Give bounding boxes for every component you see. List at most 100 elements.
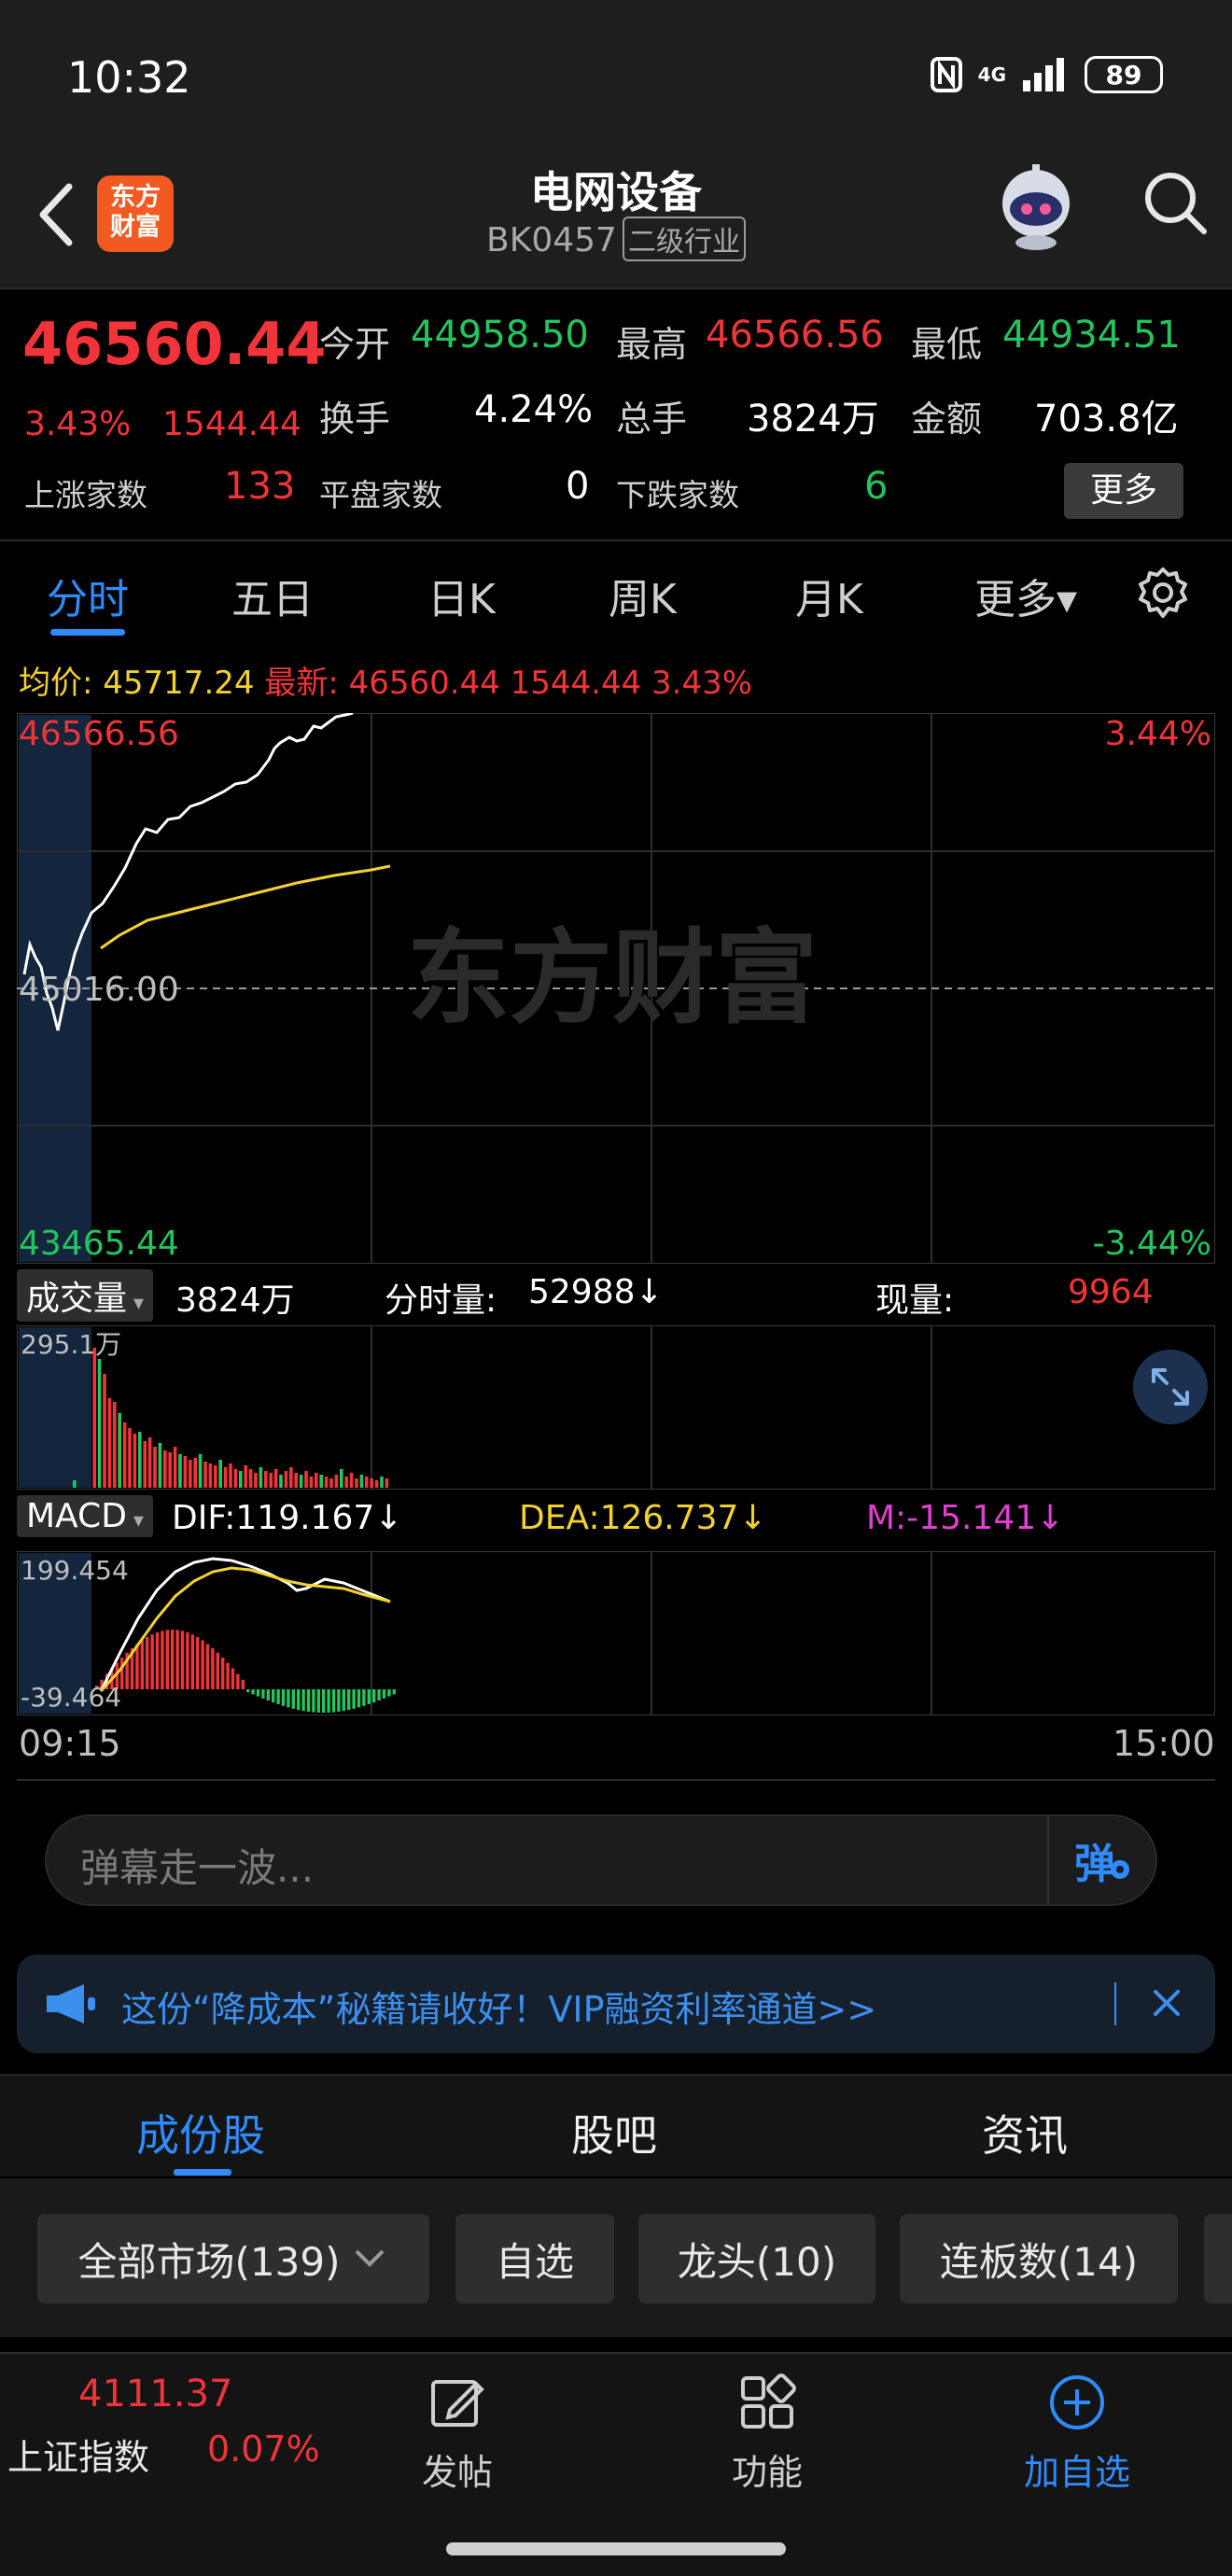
volume-bar xyxy=(380,1477,384,1488)
tick-volume-value: 52988↓ xyxy=(528,1273,664,1311)
tab-intraday[interactable]: 分时 xyxy=(47,566,129,625)
volume-bar xyxy=(214,1465,217,1488)
filter-consecutive-limit[interactable]: 连板数(14) xyxy=(900,2214,1178,2303)
tab-monthly-k[interactable]: 月K xyxy=(795,566,863,625)
tab-forum[interactable]: 股吧 xyxy=(571,2102,657,2163)
macd-bar xyxy=(226,1662,230,1689)
low-label: 最低 xyxy=(911,324,983,365)
quote-panel: 46560.44 3.43% 1544.44 今开 44958.50 最高 46… xyxy=(0,291,1232,541)
volume-bar xyxy=(229,1463,232,1488)
volume-bar xyxy=(103,1374,106,1488)
volume-bar xyxy=(284,1471,288,1488)
gear-icon[interactable] xyxy=(1135,566,1191,622)
nav-functions-label: 功能 xyxy=(731,2452,803,2493)
tab-five-day[interactable]: 五日 xyxy=(231,566,314,625)
volume-bar xyxy=(178,1454,182,1488)
macd-bar xyxy=(272,1689,275,1702)
volume-bar xyxy=(203,1462,207,1488)
volume-bar xyxy=(273,1469,278,1488)
volume-bar xyxy=(309,1477,314,1488)
volume-bar xyxy=(359,1475,364,1488)
macd-bar xyxy=(211,1647,215,1689)
tab-daily-k[interactable]: 日K xyxy=(427,566,496,625)
danmu-input[interactable]: 弹幕走一波... 弹 xyxy=(45,1814,1157,1906)
open-label: 今开 xyxy=(319,324,391,365)
promo-banner[interactable]: 这份“降成本”秘籍请收好！VIP融资利率通道>> xyxy=(17,1954,1215,2053)
volume-bar xyxy=(248,1469,253,1488)
macd-header: MACD ▾ DIF:119.167↓ DEA:126.737↓ M:-15.1… xyxy=(17,1493,1215,1547)
volume-bar xyxy=(73,1480,77,1488)
macd-bar xyxy=(297,1689,301,1711)
volume-bar xyxy=(329,1478,333,1488)
watermark: 东方财富 xyxy=(407,918,818,1038)
volume-bar xyxy=(97,1359,102,1488)
macd-dea: DEA:126.737↓ xyxy=(519,1499,767,1537)
macd-bar xyxy=(382,1689,386,1699)
expand-chart-icon[interactable] xyxy=(1133,1350,1208,1424)
industry-tag: 二级行业 xyxy=(622,217,746,261)
amount-label: 金额 xyxy=(911,399,983,440)
filter-watchlist[interactable]: 自选 xyxy=(455,2214,614,2303)
assistant-robot-icon[interactable] xyxy=(989,161,1083,254)
macd-bar xyxy=(342,1689,345,1712)
close-icon[interactable] xyxy=(1139,1975,1195,2031)
more-stats-button[interactable]: 更多 xyxy=(1064,463,1183,519)
active-tab-indicator xyxy=(50,629,125,636)
volume-bar xyxy=(254,1473,258,1488)
high-value: 46566.56 xyxy=(706,314,884,357)
volume-bar xyxy=(304,1471,308,1488)
network-label: 4G xyxy=(977,63,1006,86)
nav-post[interactable]: 发帖 xyxy=(383,2373,532,2495)
volume-bar xyxy=(315,1473,318,1488)
avg-price-value: 45717.24 xyxy=(103,665,255,702)
intraday-price-chart[interactable]: 东方财富 46566.56 45016.00 43465.44 3.44% -3… xyxy=(17,713,1215,1264)
macd-bar xyxy=(301,1689,305,1712)
macd-bar xyxy=(322,1689,326,1713)
down-count-label: 下跌家数 xyxy=(616,477,739,513)
nav-add-watchlist[interactable]: 加自选 xyxy=(1002,2373,1152,2495)
macd-bar xyxy=(221,1658,225,1689)
macd-bar xyxy=(372,1689,376,1702)
volume-bar xyxy=(92,1348,96,1488)
current-volume-label: 现量: xyxy=(875,1281,955,1320)
volume-total: 3824万 xyxy=(175,1281,295,1320)
nav-functions[interactable]: 功能 xyxy=(693,2373,842,2495)
tab-news[interactable]: 资讯 xyxy=(982,2102,1068,2163)
promo-separator xyxy=(1114,1982,1116,2025)
danmu-send-button[interactable]: 弹 xyxy=(1047,1816,1155,1904)
volume-bar xyxy=(223,1467,228,1488)
volume-indicator-select[interactable]: 成交量 ▾ xyxy=(17,1269,154,1322)
macd-indicator-select[interactable]: MACD ▾ xyxy=(17,1495,153,1537)
tab-constituents[interactable]: 成份股 xyxy=(136,2102,265,2163)
tab-weekly-k[interactable]: 周K xyxy=(609,566,677,625)
macd-chart[interactable]: 199.454 -39.464 xyxy=(17,1551,1215,1715)
macd-axis-max: 199.454 xyxy=(21,1555,129,1586)
volume-bar xyxy=(173,1447,177,1488)
filter-all-markets[interactable]: 全部市场(139) xyxy=(37,2214,429,2303)
search-icon[interactable] xyxy=(1139,166,1213,241)
macd-bar xyxy=(171,1630,175,1689)
pct-axis-min: -3.44% xyxy=(1093,1225,1211,1263)
volume-bar xyxy=(340,1469,343,1488)
filter-leaders[interactable]: 龙头(10) xyxy=(638,2214,875,2303)
macd-bar xyxy=(236,1673,240,1689)
turnover-value: 4.24% xyxy=(474,388,594,431)
volume-bar xyxy=(107,1398,112,1488)
macd-axis-min: -39.464 xyxy=(21,1682,121,1713)
signal-icon xyxy=(1023,58,1064,91)
volume-chart[interactable]: 295.1万 xyxy=(17,1325,1215,1490)
flat-count-label: 平盘家数 xyxy=(319,477,442,513)
volume-bar xyxy=(138,1432,142,1488)
macd-bar xyxy=(287,1689,290,1708)
macd-bar xyxy=(387,1689,391,1697)
latest-price-value: 46560.44 1544.44 3.43% xyxy=(348,665,753,702)
tab-more[interactable]: 更多▾ xyxy=(974,566,1077,625)
macd-bar xyxy=(251,1689,255,1695)
add-circle-icon xyxy=(1050,2375,1104,2429)
volume-bar xyxy=(218,1460,222,1488)
volume-bar xyxy=(183,1456,188,1488)
volume-bar xyxy=(158,1443,162,1488)
volume-bar xyxy=(168,1452,172,1488)
filter-next-chip[interactable] xyxy=(1204,2214,1232,2303)
macd-bar xyxy=(316,1689,320,1713)
